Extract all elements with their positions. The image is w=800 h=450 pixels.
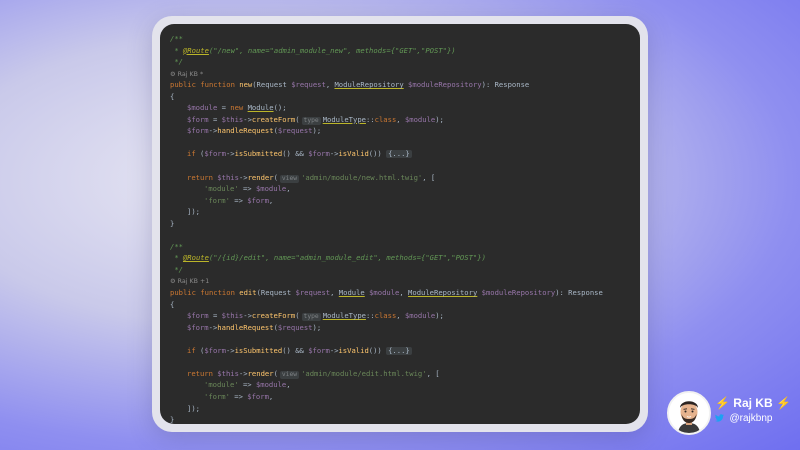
route-annotation[interactable]: @Route bbox=[183, 46, 209, 55]
code-line: { bbox=[170, 299, 175, 309]
code-line: $module = new Module(); bbox=[187, 103, 287, 113]
code-line: * @Route("/{id}/edit", name="admin_modul… bbox=[170, 253, 486, 263]
code-line: } bbox=[170, 218, 175, 228]
code-line: if ($form->isSubmitted() && $form->isVal… bbox=[187, 149, 412, 159]
code-line: return $this->render(view'admin/module/e… bbox=[187, 368, 440, 379]
code-line: return $this->render(view'admin/module/n… bbox=[187, 172, 436, 183]
function-name[interactable]: new bbox=[239, 80, 252, 89]
twitter-icon bbox=[715, 413, 727, 423]
code-line: $form->handleRequest($request); bbox=[187, 126, 322, 136]
code-line: if ($form->isSubmitted() && $form->isVal… bbox=[187, 345, 412, 355]
code-line: 'form' => $form, bbox=[204, 195, 274, 205]
lightning-icon: ⚡ bbox=[775, 396, 791, 410]
code-line: public function edit(Request $request, M… bbox=[170, 288, 603, 298]
author-inlay-hint[interactable]: ⚙ Raj KB * bbox=[170, 71, 203, 78]
author-profile: ⚡ Raj KB ⚡ @rajkbnp bbox=[667, 391, 792, 435]
code-line: { bbox=[170, 91, 175, 101]
code-line: */ bbox=[170, 57, 183, 67]
code-line: * @Route("/new", name="admin_module_new"… bbox=[170, 45, 456, 55]
twitter-handle[interactable]: @rajkbnp bbox=[715, 413, 772, 424]
code-line: */ bbox=[170, 264, 183, 274]
parameter-hint: view bbox=[279, 174, 300, 183]
function-name[interactable]: edit bbox=[239, 288, 256, 297]
code-line: ⚙ Raj KB * bbox=[170, 68, 636, 80]
parameter-hint: type bbox=[301, 116, 321, 125]
code-line: 'form' => $form, bbox=[204, 391, 274, 401]
code-line: /** bbox=[170, 34, 183, 43]
author-inlay-hint[interactable]: ⚙ Raj KB +1 bbox=[170, 278, 209, 285]
folded-code-button[interactable]: {...} bbox=[386, 346, 412, 355]
parameter-hint: type bbox=[301, 313, 321, 322]
code-card: /** * @Route("/new", name="admin_module_… bbox=[152, 16, 648, 432]
folded-code-button[interactable]: {...} bbox=[386, 150, 412, 159]
code-line: $form->handleRequest($request); bbox=[187, 322, 322, 332]
code-line: $form = $this->createForm(type ModuleType… bbox=[187, 311, 444, 322]
code-line: 'module' => $module, bbox=[204, 184, 291, 194]
code-line: /** bbox=[170, 241, 183, 251]
profile-name: ⚡ Raj KB ⚡ bbox=[715, 396, 791, 410]
lightning-icon: ⚡ bbox=[715, 396, 730, 410]
code-line: ]); bbox=[187, 207, 200, 217]
avatar[interactable] bbox=[667, 391, 711, 435]
code-line: } bbox=[170, 415, 175, 424]
code-line: 'module' => $module, bbox=[204, 380, 291, 390]
code-line: ]); bbox=[187, 403, 200, 413]
code-line: public function new(Request $request, Mo… bbox=[170, 80, 530, 90]
code-line: ⚙ Raj KB +1 bbox=[170, 275, 636, 287]
code-line: $form = $this->createForm(type ModuleType… bbox=[187, 114, 444, 125]
parameter-hint: view bbox=[279, 370, 300, 379]
author-name: Raj KB bbox=[733, 396, 773, 410]
avatar-illustration bbox=[669, 393, 709, 433]
code-editor: /** * @Route("/new", name="admin_module_… bbox=[160, 24, 640, 424]
route-annotation[interactable]: @Route bbox=[183, 253, 209, 262]
code-block: /** * @Route("/new", name="admin_module_… bbox=[170, 33, 636, 424]
